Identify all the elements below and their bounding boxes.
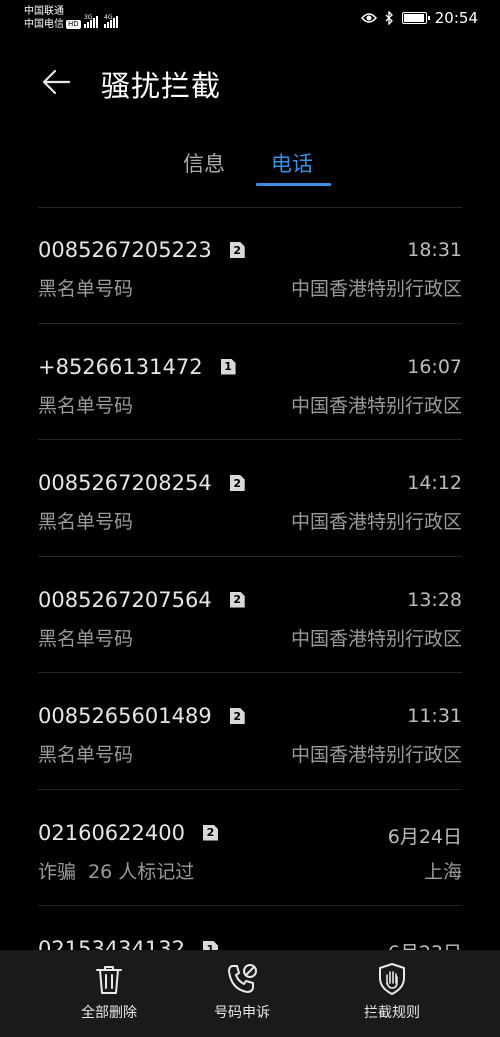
call-time: 11:31 [407, 705, 462, 727]
status-bar: 中国联通 中国电信 HD 3G 4G 20:54 [0, 0, 500, 40]
bluetooth-icon [385, 11, 393, 25]
appeal-label: 号码申诉 [214, 1005, 270, 1021]
phone-number: 0085267207564 [38, 587, 212, 612]
blocked-call-list: 0085267205223 2 18:31 黑名单号码 中国香港特别行政区 +85… [0, 207, 500, 1023]
call-list-item[interactable]: +85266131472 1 16:07 黑名单号码 中国香港特别行政区 [0, 324, 500, 440]
signal-icon: 3G [84, 14, 98, 28]
call-time: 6月24日 [387, 825, 462, 848]
signal-indicators: 3G 4G [84, 10, 118, 28]
sim-card-icon: 2 [229, 708, 245, 724]
call-label: 黑名单号码 [38, 278, 134, 300]
sim-card-icon: 1 [220, 358, 236, 375]
call-label: 黑名单号码 [38, 511, 134, 533]
delete-all-label: 全部删除 [81, 1005, 137, 1021]
network-type-1: 3G [84, 14, 93, 21]
block-rules-button[interactable]: 拦截规则 [337, 962, 447, 1022]
call-time: 16:07 [407, 355, 462, 378]
phone-appeal-icon [228, 964, 257, 993]
phone-number: 0085267205223 [38, 238, 212, 262]
status-time: 20:54 [434, 9, 478, 27]
phone-number: 0085267208254 [38, 471, 212, 495]
call-location: 中国香港特别行政区 [290, 744, 462, 766]
call-time: 13:28 [407, 588, 462, 611]
network-type-2: 4G [104, 14, 113, 21]
back-arrow-icon[interactable] [40, 65, 74, 99]
app-header: 骚扰拦截 [0, 55, 500, 111]
tab-messages[interactable]: 信息 [183, 148, 225, 178]
sim-card-icon: 2 [229, 475, 245, 491]
call-location: 中国香港特别行政区 [290, 627, 462, 650]
sim-card-icon: 2 [229, 242, 245, 258]
call-location: 上海 [423, 860, 462, 883]
carrier-2: 中国电信 [24, 19, 64, 30]
call-label: 诈骗 26 人标记过 [38, 860, 195, 883]
call-location: 中国香港特别行政区 [290, 511, 462, 533]
tab-bar: 信息 电话 [0, 140, 500, 190]
hd-badge: HD [66, 20, 81, 29]
call-list-item[interactable]: 02160622400 2 6月24日 诈骗 26 人标记过 上海 [0, 790, 500, 906]
appeal-button[interactable]: 号码申诉 [187, 962, 297, 1022]
bottom-action-bar: 全部删除 号码申诉 拦截规则 [0, 950, 500, 1037]
call-list-item[interactable]: 0085267207564 2 13:28 黑名单号码 中国香港特别行政区 [0, 557, 500, 673]
call-label: 黑名单号码 [38, 394, 134, 417]
phone-number: +85266131472 [38, 354, 203, 379]
eye-comfort-icon [360, 13, 377, 23]
call-label: 黑名单号码 [38, 627, 134, 650]
active-tab-indicator [256, 183, 331, 186]
phone-number: 0085265601489 [38, 704, 212, 728]
block-rules-label: 拦截规则 [364, 1005, 420, 1021]
signal-icon: 4G [104, 14, 118, 28]
call-list-item[interactable]: 0085265601489 2 11:31 黑名单号码 中国香港特别行政区 [0, 673, 500, 790]
call-list-item[interactable]: 0085267205223 2 18:31 黑名单号码 中国香港特别行政区 [0, 207, 500, 324]
call-list-item[interactable]: 0085267208254 2 14:12 黑名单号码 中国香港特别行政区 [0, 440, 500, 557]
phone-number: 02160622400 [38, 820, 185, 845]
status-right: 20:54 [360, 9, 478, 27]
sim-card-icon: 2 [229, 591, 245, 608]
carrier-1: 中国联通 [24, 6, 64, 17]
call-location: 中国香港特别行政区 [290, 394, 462, 417]
trash-icon [96, 966, 122, 994]
page-title: 骚扰拦截 [101, 69, 222, 103]
delete-all-button[interactable]: 全部删除 [54, 962, 164, 1022]
carrier-info: 中国联通 中国电信 HD [24, 5, 81, 31]
hand-stop-icon [379, 963, 405, 995]
tab-calls[interactable]: 电话 [271, 148, 313, 178]
call-time: 18:31 [407, 239, 462, 261]
battery-icon [401, 12, 430, 24]
sim-card-icon: 2 [202, 824, 218, 841]
call-location: 中国香港特别行政区 [290, 278, 462, 300]
call-label: 黑名单号码 [38, 744, 134, 766]
call-time: 14:12 [407, 472, 462, 494]
